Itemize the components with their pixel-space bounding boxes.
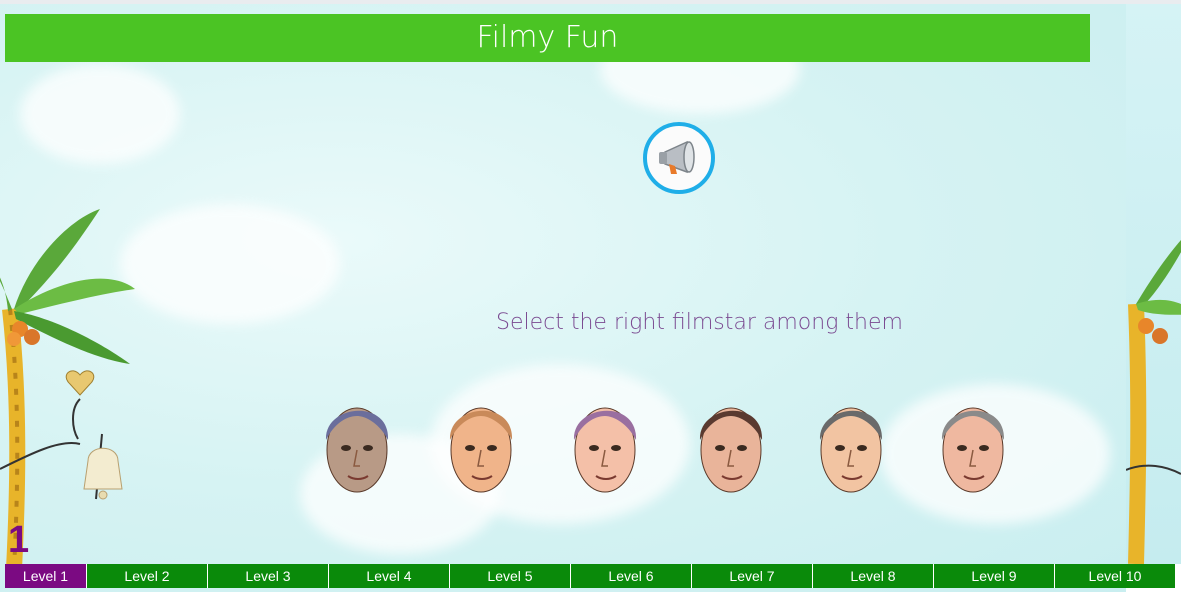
- filmstar-face-option[interactable]: [442, 390, 520, 500]
- filmstar-face-option[interactable]: [318, 390, 396, 500]
- level-tab-10[interactable]: Level 10: [1055, 564, 1176, 588]
- level-tab-3[interactable]: Level 3: [208, 564, 329, 588]
- filmstar-face-option[interactable]: [566, 390, 644, 500]
- level-tab-1[interactable]: Level 1: [5, 564, 87, 588]
- level-tab-8[interactable]: Level 8: [813, 564, 934, 588]
- level-tab-2[interactable]: Level 2: [87, 564, 208, 588]
- level-tab-7[interactable]: Level 7: [692, 564, 813, 588]
- level-tab-9[interactable]: Level 9: [934, 564, 1055, 588]
- filmstar-face-option[interactable]: [812, 390, 890, 500]
- palm-tree-decoration: [0, 209, 135, 569]
- filmstar-face-option[interactable]: [934, 390, 1012, 500]
- page-title: Filmy Fun: [5, 14, 1090, 62]
- palm-tree-decoration: [1126, 239, 1181, 564]
- cloud: [120, 204, 340, 324]
- current-level-number: 1: [8, 519, 30, 561]
- cloud: [20, 64, 180, 164]
- level-tab-5[interactable]: Level 5: [450, 564, 571, 588]
- play-sound-button[interactable]: [643, 122, 715, 194]
- instruction-text: Select the right filmstar among them: [496, 310, 903, 335]
- filmstar-face-option[interactable]: [692, 390, 770, 500]
- level-navigation: Level 1 Level 2 Level 3 Level 4 Level 5 Level…: [5, 564, 1176, 588]
- game-stage: Filmy Fun Select the right filmstar amon…: [0, 4, 1126, 592]
- level-tab-4[interactable]: Level 4: [329, 564, 450, 588]
- megaphone-icon: [659, 140, 695, 174]
- right-background-strip: [1126, 4, 1181, 564]
- level-tab-6[interactable]: Level 6: [571, 564, 692, 588]
